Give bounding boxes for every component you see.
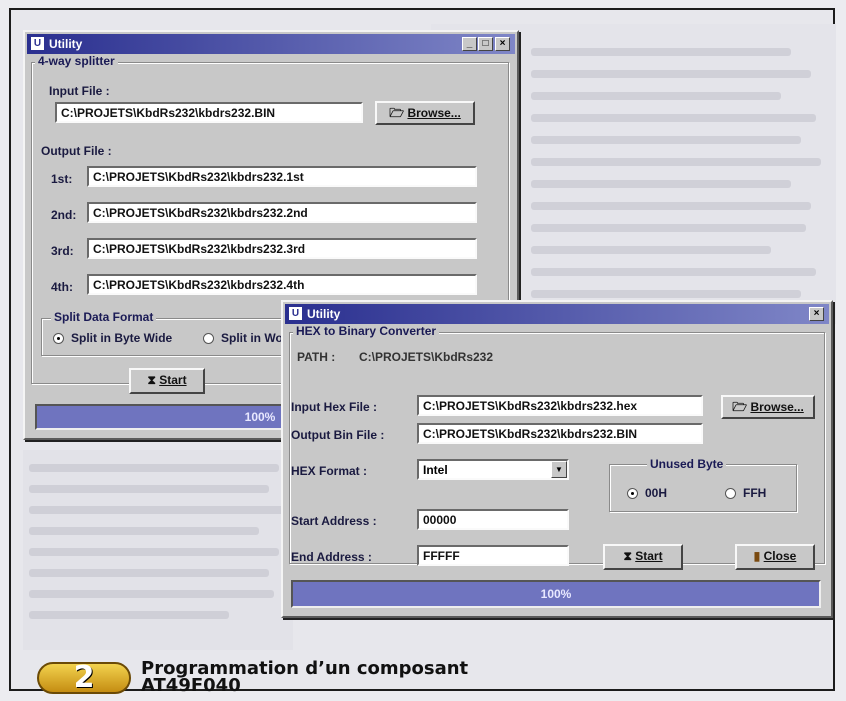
split-word-label: Split in Wo (221, 331, 283, 345)
output-4th-field[interactable]: C:\PROJETS\KbdRs232\kbdrs232.4th (87, 274, 477, 295)
path-label: PATH : (297, 350, 336, 364)
split-word-radio[interactable] (203, 333, 214, 344)
split-byte-radio[interactable] (53, 333, 64, 344)
app-icon: U (31, 37, 44, 50)
window-title: Utility (307, 307, 341, 321)
caption-text: Programmation d’un composant AT49F040 (141, 660, 468, 696)
path-value: C:\PROJETS\KbdRs232 (359, 350, 494, 364)
maximize-button[interactable]: □ (478, 37, 493, 51)
end-address-field[interactable]: FFFFF (417, 545, 569, 566)
folder-icon: 🗁 (389, 106, 405, 120)
browse-button[interactable]: 🗁 Browse... (375, 101, 475, 125)
input-hex-label: Input Hex File : (291, 400, 378, 414)
hex-format-select[interactable]: Intel ▼ (417, 459, 569, 480)
start-button[interactable]: ⧗ Start (603, 544, 683, 570)
split-byte-label: Split in Byte Wide (71, 331, 173, 345)
folder-icon: 🗁 (732, 400, 748, 414)
title-bar[interactable]: U Utility × (285, 304, 829, 324)
unused-ffh-label: FFH (743, 486, 767, 500)
unused-ffh-radio[interactable] (725, 488, 736, 499)
start-button[interactable]: ⧗ Start (129, 368, 205, 394)
title-bar[interactable]: U Utility _ □ × (27, 34, 515, 54)
split-format-label: Split Data Format (51, 310, 157, 324)
output-2nd-label: 2nd: (51, 208, 77, 222)
close-button[interactable]: × (495, 37, 510, 51)
input-hex-field[interactable]: C:\PROJETS\KbdRs232\kbdrs232.hex (417, 395, 703, 416)
close-button[interactable]: × (809, 307, 824, 321)
output-4th-label: 4th: (51, 280, 73, 294)
progress-text: 100% (540, 587, 572, 601)
progress-text: 100% (244, 410, 276, 424)
output-1st-field[interactable]: C:\PROJETS\KbdRs232\kbdrs232.1st (87, 166, 477, 187)
group-label: HEX to Binary Converter (293, 324, 440, 338)
output-3rd-label: 3rd: (51, 244, 74, 258)
magazine-page: U Utility _ □ × 4-way splitter Input Fil… (0, 0, 846, 701)
start-address-label: Start Address : (291, 514, 377, 528)
input-file-field[interactable]: C:\PROJETS\KbdRs232\kbdrs232.BIN (55, 102, 363, 123)
figure-number-badge: 2 (37, 660, 131, 695)
unused-00h-label: 00H (645, 486, 668, 500)
progress-bar: 100% (291, 580, 821, 608)
door-icon: ▮ (753, 549, 761, 563)
output-2nd-field[interactable]: C:\PROJETS\KbdRs232\kbdrs232.2nd (87, 202, 477, 223)
background-article-text-lower (23, 450, 293, 650)
output-3rd-field[interactable]: C:\PROJETS\KbdRs232\kbdrs232.3rd (87, 238, 477, 259)
end-address-label: End Address : (291, 550, 372, 564)
unused-00h-radio[interactable] (627, 488, 638, 499)
hex-format-label: HEX Format : (291, 464, 368, 478)
hourglass-icon: ⧗ (147, 373, 156, 387)
output-bin-label: Output Bin File : (291, 428, 385, 442)
figure-frame: U Utility _ □ × 4-way splitter Input Fil… (9, 8, 836, 696)
close-dialog-button[interactable]: ▮ Close (735, 544, 815, 570)
group-label: 4-way splitter (35, 54, 118, 68)
app-icon: U (289, 307, 302, 320)
hex-converter-window: U Utility × HEX to Binary Converter PATH… (281, 300, 833, 618)
start-address-field[interactable]: 00000 (417, 509, 569, 530)
unused-byte-label: Unused Byte (647, 457, 727, 471)
output-bin-field[interactable]: C:\PROJETS\KbdRs232\kbdrs232.BIN (417, 423, 703, 444)
figure-number: 2 (73, 660, 95, 695)
output-file-label: Output File : (41, 144, 112, 158)
window-title: Utility (49, 37, 83, 51)
caption-line-2: AT49F040 (141, 675, 241, 696)
chevron-down-icon[interactable]: ▼ (551, 461, 567, 478)
unused-byte-group (609, 464, 797, 512)
hourglass-icon: ⧗ (623, 549, 632, 563)
input-file-label: Input File : (49, 84, 110, 98)
output-1st-label: 1st: (51, 172, 73, 186)
minimize-button[interactable]: _ (462, 37, 477, 51)
browse-button[interactable]: 🗁 Browse... (721, 395, 815, 419)
